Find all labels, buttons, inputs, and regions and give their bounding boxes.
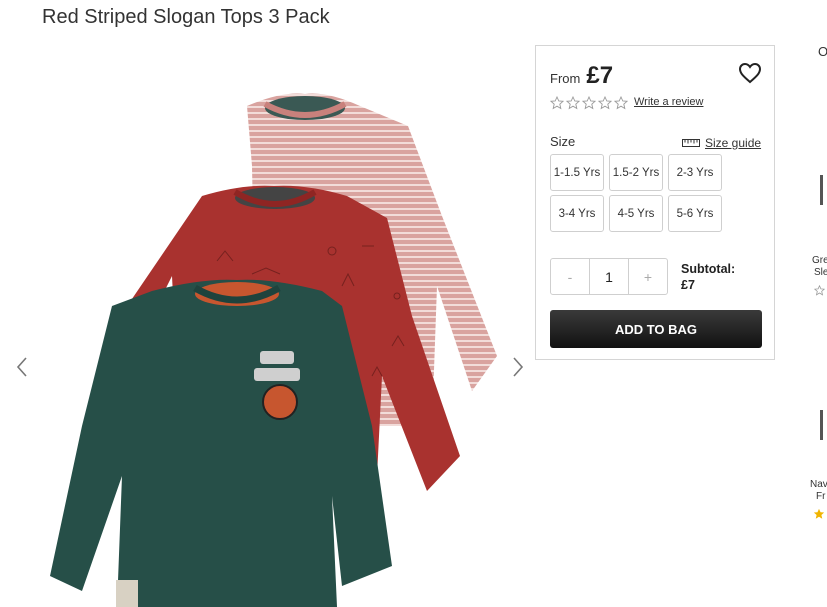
size-guide-label: Size guide [705, 136, 762, 150]
size-option[interactable]: 4-5 Yrs [609, 195, 663, 232]
star-icon [813, 508, 825, 519]
price-value: £7 [586, 62, 614, 89]
star-icon [614, 96, 628, 110]
size-options: 1-1.5 Yrs 1.5-2 Yrs 2-3 Yrs 3-4 Yrs 4-5 … [550, 154, 722, 232]
quantity-decrease-button[interactable]: - [551, 259, 590, 294]
star-icon [582, 96, 596, 110]
quantity-value[interactable]: 1 [590, 259, 628, 294]
write-review-link[interactable]: Write a review [634, 96, 703, 108]
buy-box: From £7 Write a review Size Size guide 1… [535, 45, 775, 360]
price-row: From £7 [550, 62, 613, 90]
recommendations-panel: O Gre Sle Nav Fr [800, 0, 827, 607]
green-top [50, 279, 392, 607]
recommendation-name[interactable]: Sle [814, 267, 827, 278]
quantity-increase-button[interactable]: + [628, 259, 667, 294]
size-option[interactable]: 3-4 Yrs [550, 195, 604, 232]
size-option[interactable]: 2-3 Yrs [668, 154, 722, 191]
rating-stars [550, 96, 628, 110]
star-icon [814, 285, 825, 296]
chevron-left-icon[interactable] [14, 356, 30, 378]
quantity-stepper: - 1 + [550, 258, 668, 295]
size-option[interactable]: 1.5-2 Yrs [609, 154, 663, 191]
star-icon [550, 96, 564, 110]
size-label: Size [550, 134, 576, 149]
star-icon [598, 96, 612, 110]
subtotal-value: £7 [681, 278, 695, 292]
subtotal: Subtotal: £7 [681, 261, 735, 293]
product-image [50, 93, 497, 607]
size-option[interactable]: 5-6 Yrs [668, 195, 722, 232]
recommendations-heading: O [818, 44, 827, 59]
product-title: Red Striped Slogan Tops 3 Pack [42, 6, 330, 28]
recommendation-name[interactable]: Gre [812, 255, 827, 266]
ruler-icon [682, 139, 700, 147]
recommendation-name[interactable]: Fr [816, 491, 825, 502]
add-to-bag-button[interactable]: ADD TO BAG [550, 310, 762, 348]
size-option[interactable]: 1-1.5 Yrs [550, 154, 604, 191]
recommendation-image[interactable] [820, 175, 827, 205]
recommendation-name[interactable]: Nav [810, 479, 827, 490]
heart-icon[interactable] [738, 62, 762, 84]
size-guide-link[interactable]: Size guide [682, 136, 761, 150]
subtotal-label: Subtotal: [681, 262, 736, 276]
star-icon [566, 96, 580, 110]
recommendation-image[interactable] [820, 410, 827, 440]
chevron-right-icon[interactable] [510, 356, 526, 378]
price-from-label: From [550, 71, 581, 86]
